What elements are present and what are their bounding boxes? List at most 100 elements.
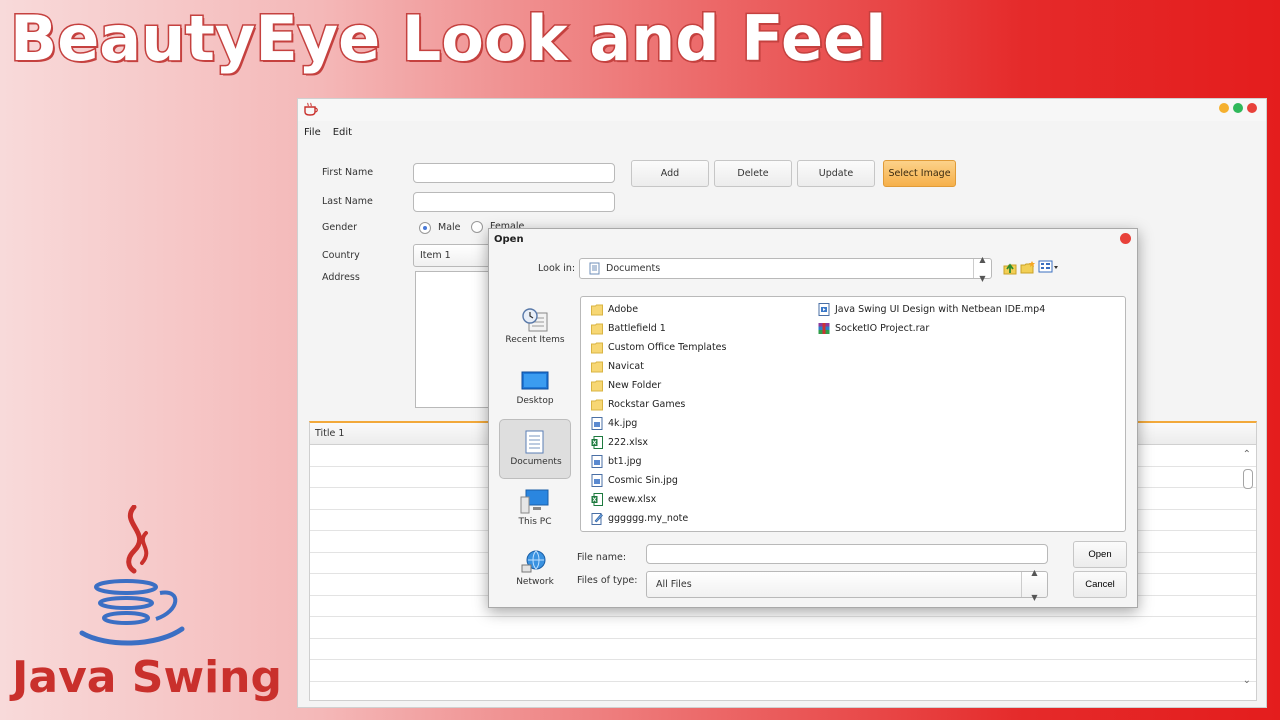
last-name-input[interactable]	[413, 192, 615, 212]
scrollbar-thumb[interactable]	[1243, 469, 1253, 489]
file-name: ewew.xlsx	[608, 494, 657, 505]
place-desktop-label: Desktop	[516, 396, 554, 406]
gender-female-radio[interactable]	[471, 221, 483, 233]
place-recent-items[interactable]: Recent Items	[499, 303, 571, 363]
scroll-up-icon[interactable]: ⌃	[1243, 449, 1251, 460]
documents-icon	[525, 430, 544, 454]
table-scrollbar[interactable]	[1242, 467, 1254, 667]
file-name: Cosmic Sin.jpg	[608, 475, 678, 486]
add-button[interactable]: Add	[631, 160, 709, 187]
list-item[interactable]: Adobe	[591, 300, 638, 319]
files-of-type-label: Files of type:	[577, 575, 638, 586]
table-row[interactable]	[310, 617, 1256, 639]
address-label: Address	[322, 272, 360, 283]
list-item[interactable]: New Folder	[591, 376, 661, 395]
folder-icon	[591, 323, 603, 334]
folder-icon	[591, 342, 603, 353]
maximize-button[interactable]	[1233, 103, 1243, 113]
place-network-label: Network	[516, 577, 554, 587]
scroll-down-icon[interactable]: ⌄	[1243, 675, 1251, 686]
select-image-button[interactable]: Select Image	[883, 160, 956, 187]
country-label: Country	[322, 250, 360, 261]
gender-male-radio[interactable]	[419, 222, 431, 234]
files-of-type-value: All Files	[656, 579, 692, 590]
file-name: gggggg.my_note	[608, 513, 689, 524]
video-file-icon	[818, 303, 830, 316]
close-button[interactable]	[1247, 103, 1257, 113]
banner-title: BeautyEye Look and Feel	[8, 1, 887, 77]
place-this-pc-label: This PC	[518, 517, 552, 527]
file-name: Navicat	[608, 361, 644, 372]
first-name-label: First Name	[322, 167, 374, 178]
list-item[interactable]: Rockstar Games	[591, 395, 685, 414]
coffee-cup-icon	[304, 102, 318, 116]
look-in-select[interactable]: Documents ▲ ▼	[579, 255, 992, 283]
files-of-type-select[interactable]: All Files ▲ ▼	[646, 568, 1048, 602]
network-icon	[521, 550, 546, 573]
image-file-icon	[591, 455, 603, 468]
dialog-close-icon[interactable]	[1120, 233, 1131, 244]
list-item[interactable]: 222.xlsx	[591, 433, 648, 452]
note-file-icon	[591, 513, 603, 525]
this-pc-icon	[520, 489, 549, 514]
menu-file[interactable]: File	[304, 123, 321, 143]
updown-arrows-icon: ▲ ▼	[973, 255, 991, 283]
place-this-pc[interactable]: This PC	[499, 483, 571, 543]
first-name-input[interactable]	[413, 163, 615, 183]
update-button[interactable]: Update	[797, 160, 875, 187]
list-item[interactable]: Navicat	[591, 357, 644, 376]
desktop-icon	[521, 371, 549, 390]
dialog-title: Open	[494, 234, 524, 245]
list-item[interactable]: gggggg.my_note	[591, 509, 688, 528]
list-item[interactable]: 4k.jpg	[591, 414, 637, 433]
image-file-icon	[591, 474, 603, 487]
list-item[interactable]: Battlefield 1	[591, 319, 666, 338]
delete-button[interactable]: Delete	[714, 160, 792, 187]
file-name: SocketIO Project.rar	[835, 323, 930, 334]
cancel-button[interactable]: Cancel	[1073, 571, 1127, 598]
list-item[interactable]: Custom Office Templates	[591, 338, 726, 357]
folder-icon	[591, 399, 603, 410]
archive-file-icon	[818, 323, 830, 334]
list-item[interactable]: Cosmic Sin.jpg	[591, 471, 678, 490]
list-item[interactable]: bt1.jpg	[591, 452, 642, 471]
place-documents-label: Documents	[510, 457, 562, 467]
place-recent-items-label: Recent Items	[505, 335, 565, 345]
new-folder-icon[interactable]	[1020, 260, 1036, 276]
file-name-input[interactable]	[646, 544, 1048, 564]
image-file-icon	[591, 417, 603, 430]
list-item[interactable]: ewew.xlsx	[591, 490, 656, 509]
folder-icon	[591, 380, 603, 391]
file-name: Battlefield 1	[608, 323, 666, 334]
documents-folder-icon	[589, 262, 600, 275]
file-list: Adobe Battlefield 1 Custom Office Templa…	[580, 296, 1126, 532]
up-folder-icon[interactable]	[1002, 260, 1018, 276]
window-controls	[1219, 103, 1257, 113]
table-row[interactable]	[310, 639, 1256, 660]
recent-items-icon	[522, 308, 548, 332]
file-name: Custom Office Templates	[608, 342, 727, 353]
file-name: New Folder	[608, 380, 662, 391]
java-logo-icon	[79, 505, 185, 646]
last-name-label: Last Name	[322, 196, 373, 207]
open-button[interactable]: Open	[1073, 541, 1127, 568]
menu-edit[interactable]: Edit	[333, 123, 352, 143]
look-in-value: Documents	[606, 263, 661, 274]
file-name: Java Swing UI Design with Netbean IDE.mp…	[835, 304, 1046, 315]
place-documents[interactable]: Documents	[499, 419, 571, 479]
view-menu-icon[interactable]	[1038, 260, 1060, 274]
menu-bar: File Edit	[298, 123, 1266, 143]
excel-file-icon	[591, 436, 603, 449]
minimize-button[interactable]	[1219, 103, 1229, 113]
table-row[interactable]	[310, 660, 1256, 682]
gender-male-label: Male	[438, 222, 461, 233]
place-network[interactable]: Network	[499, 543, 571, 603]
updown-arrows-icon: ▲ ▼	[1021, 568, 1047, 602]
list-item[interactable]: SocketIO Project.rar	[818, 319, 929, 338]
java-swing-label: Java Swing	[12, 652, 282, 703]
place-desktop[interactable]: Desktop	[499, 363, 571, 423]
file-name: Adobe	[608, 304, 639, 315]
list-item[interactable]: Java Swing UI Design with Netbean IDE.mp…	[818, 300, 1045, 319]
folder-icon	[591, 304, 603, 315]
look-in-label: Look in:	[538, 263, 576, 274]
